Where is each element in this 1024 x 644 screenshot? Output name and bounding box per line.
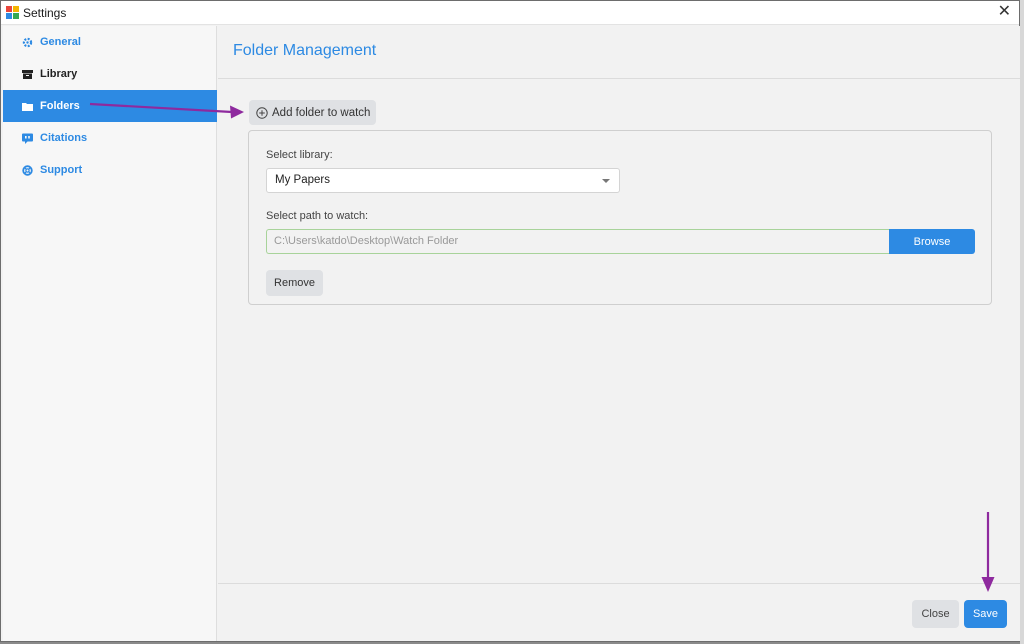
quote-icon: [22, 133, 33, 144]
title-bar: Settings ✕: [1, 1, 1019, 25]
library-select-value: My Papers: [275, 174, 330, 186]
main-panel: Folder Management Add folder to watch Se…: [218, 26, 1020, 641]
plus-circle-icon: [256, 106, 268, 119]
chevron-down-icon: [602, 179, 610, 183]
sidebar-item-library[interactable]: Library: [3, 58, 217, 90]
remove-button[interactable]: Remove: [266, 270, 323, 296]
sidebar-item-citations[interactable]: Citations: [3, 122, 217, 154]
sidebar-item-label: General: [40, 36, 81, 48]
add-folder-button[interactable]: Add folder to watch: [249, 100, 376, 125]
select-library-label: Select library:: [266, 149, 333, 161]
close-button[interactable]: Close: [912, 600, 959, 628]
library-select[interactable]: My Papers: [266, 168, 620, 193]
folder-icon: [22, 101, 33, 112]
gear-icon: [22, 37, 33, 48]
save-button[interactable]: Save: [964, 600, 1007, 628]
watch-path-input[interactable]: C:\Users\katdo\Desktop\Watch Folder: [266, 229, 889, 254]
browse-button[interactable]: Browse: [889, 229, 975, 254]
background-window-edge: [1020, 0, 1024, 644]
sidebar-item-folders[interactable]: Folders: [3, 90, 217, 122]
window-title: Settings: [23, 6, 67, 20]
close-icon[interactable]: ✕: [998, 3, 1011, 21]
add-folder-label: Add folder to watch: [272, 106, 371, 119]
sidebar-item-support[interactable]: Support: [3, 154, 217, 186]
main-header: Folder Management: [218, 26, 1020, 79]
settings-window: Settings ✕ General Library Folders Citat…: [0, 0, 1020, 642]
sidebar-item-general[interactable]: General: [3, 26, 217, 58]
sidebar-item-label: Library: [40, 68, 78, 80]
sidebar-item-label: Folders: [40, 100, 80, 112]
folder-card: Select library: My Papers Select path to…: [248, 130, 992, 305]
lifebuoy-icon: [22, 164, 33, 176]
sidebar-item-label: Citations: [40, 132, 88, 144]
page-title: Folder Management: [233, 42, 377, 59]
select-path-label: Select path to watch:: [266, 210, 369, 222]
footer: Close Save: [218, 583, 1020, 641]
sidebar-item-label: Support: [40, 164, 83, 176]
sidebar: General Library Folders Citations Suppor…: [3, 26, 217, 641]
app-logo-icon: [6, 6, 19, 19]
archive-icon: [22, 69, 33, 80]
